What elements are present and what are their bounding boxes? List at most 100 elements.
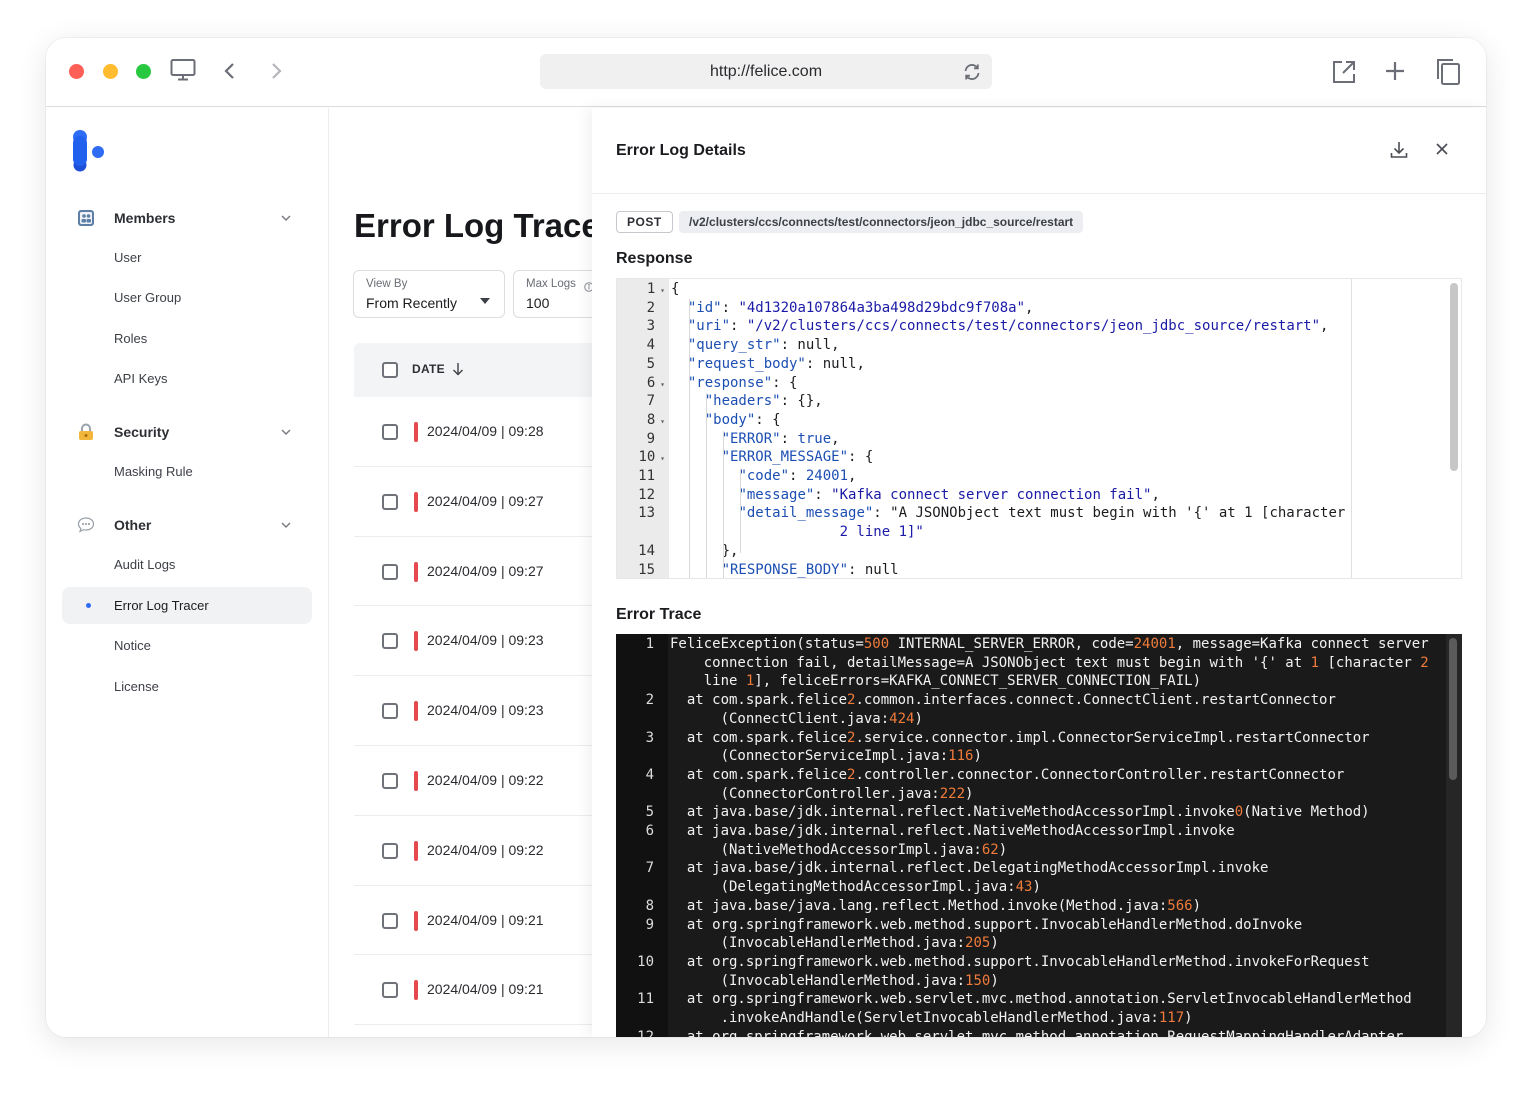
sidebar-item-roles[interactable]: Roles — [46, 318, 329, 359]
line-number: 5 — [646, 355, 655, 372]
sidebar-item-user-group[interactable]: User Group — [46, 278, 329, 319]
felice-logo[interactable] — [70, 130, 110, 177]
trace-line: at org.springframework.web.method.suppor… — [670, 916, 1303, 933]
panel-header: Error Log Details — [592, 108, 1486, 194]
log-datetime: 2024/04/09 | 09:27 — [427, 492, 544, 509]
error-trace-viewer[interactable]: 1 FeliceException(status=500 INTERNAL_SER… — [616, 634, 1462, 1037]
row-checkbox[interactable] — [382, 563, 398, 580]
sidebar-item-user[interactable]: User — [46, 237, 329, 278]
line-number: 9 — [646, 430, 655, 447]
code-line: 2 line 1]" — [671, 524, 924, 541]
open-external-icon[interactable] — [1331, 59, 1357, 85]
forward-arrow-icon[interactable] — [270, 62, 282, 80]
code-line: "query_str": null, — [687, 337, 840, 354]
sidebar-item-license[interactable]: License — [46, 666, 329, 707]
code-line: "ERROR": true, — [721, 430, 840, 447]
error-level-indicator — [414, 422, 418, 442]
line-number: 3 — [645, 729, 654, 746]
sidebar-item-masking-rule[interactable]: Masking Rule — [46, 451, 329, 492]
other-group-label: Other — [114, 517, 152, 533]
minimize-window-button[interactable] — [103, 64, 118, 79]
trace-line: at com.spark.felice2.common.interfaces.c… — [670, 692, 1336, 709]
view-by-select[interactable]: View By From Recently — [353, 270, 505, 318]
table-row[interactable]: 2024/04/09 | 09:22 — [354, 816, 614, 886]
row-checkbox[interactable] — [382, 773, 398, 789]
trace-line: connection fail, detailMessage=A JSONObj… — [670, 654, 1429, 671]
sidebar-item-notice[interactable]: Notice — [46, 626, 329, 667]
table-row[interactable]: 2024/04/09 | 09:23 — [354, 606, 614, 677]
table-header: DATE — [354, 343, 614, 397]
table-row[interactable]: 2024/04/09 | 09:27 — [354, 467, 614, 537]
error-trace-scrollbar[interactable] — [1449, 638, 1457, 780]
response-code-viewer[interactable]: 1 ▾ {2 "id": "4d1320a107864a3ba498d29bdc9… — [616, 278, 1462, 579]
line-number: 9 — [645, 916, 654, 933]
other-group-header[interactable]: Other — [46, 506, 329, 544]
max-logs-label: Max Logs — [526, 278, 576, 290]
trace-line: (NativeMethodAccessorImpl.java:62) — [670, 841, 1008, 858]
table-row[interactable]: 2024/04/09 | 09:23 — [354, 676, 614, 746]
close-icon[interactable] — [1435, 142, 1449, 161]
table-row[interactable]: 2024/04/09 | 09:28 — [354, 397, 614, 467]
row-checkbox[interactable] — [382, 912, 398, 929]
sort-arrow-down-icon[interactable] — [452, 362, 464, 381]
back-arrow-icon[interactable] — [224, 62, 236, 80]
fold-toggle-icon[interactable]: ▾ — [655, 454, 665, 463]
refresh-icon[interactable] — [962, 62, 982, 87]
chevron-down-icon[interactable] — [280, 425, 292, 443]
indent-guide — [689, 299, 690, 578]
address-bar[interactable]: http://felice.com — [540, 54, 992, 89]
date-column-header[interactable]: DATE — [412, 362, 445, 376]
line-number: 5 — [645, 804, 654, 821]
line-number: 10 ▾ — [638, 449, 666, 466]
sidebar-item-audit-logs[interactable]: Audit Logs — [46, 544, 329, 585]
request-path-badge: /v2/clusters/ccs/connects/test/connector… — [679, 211, 1084, 233]
line-number: 6 — [645, 823, 654, 839]
row-checkbox[interactable] — [382, 703, 398, 720]
code-line: "headers": {}, — [704, 393, 823, 410]
table-row[interactable]: 2024/04/09 | 09:22 — [354, 746, 614, 816]
table-row[interactable]: 2024/04/09 | 09:21 — [354, 955, 614, 1026]
trace-line: at org.springframework.web.servlet.mvc.m… — [670, 1028, 1404, 1037]
line-number: 8 ▾ — [646, 411, 665, 428]
log-datetime: 2024/04/09 | 09:27 — [427, 562, 544, 579]
security-group-header[interactable]: Security — [46, 413, 329, 451]
table-row[interactable]: 2024/04/09 | 09:27 — [354, 537, 614, 607]
monitor-icon[interactable] — [170, 58, 196, 82]
sidebar: Members User User Group Roles API Keys S… — [46, 108, 329, 1037]
error-log-details-panel: Error Log Details POST /v2/clusters/ccs/… — [592, 108, 1486, 1037]
maximize-window-button[interactable] — [136, 64, 151, 79]
row-checkbox[interactable] — [382, 982, 398, 999]
error-level-indicator — [414, 561, 418, 582]
new-tab-plus-icon[interactable] — [1384, 60, 1406, 82]
line-number: 12 — [637, 1028, 654, 1037]
row-checkbox[interactable] — [382, 633, 398, 650]
http-method-badge: POST — [616, 211, 673, 233]
fold-toggle-icon[interactable]: ▾ — [655, 286, 665, 295]
close-window-button[interactable] — [69, 64, 84, 79]
select-all-checkbox[interactable] — [382, 362, 398, 378]
row-checkbox[interactable] — [382, 842, 398, 859]
log-datetime: 2024/04/09 | 09:22 — [427, 841, 544, 858]
row-checkbox[interactable] — [382, 424, 398, 440]
panel-title: Error Log Details — [616, 142, 746, 159]
fold-toggle-icon[interactable]: ▾ — [655, 380, 665, 389]
code-line: "code": 24001, — [738, 468, 857, 484]
fold-toggle-icon[interactable]: ▾ — [655, 417, 665, 426]
error-level-indicator — [414, 840, 418, 861]
duplicate-tabs-icon[interactable] — [1435, 58, 1461, 86]
download-icon[interactable] — [1389, 140, 1409, 165]
row-checkbox[interactable] — [382, 493, 398, 510]
sidebar-item-api-keys[interactable]: API Keys — [46, 359, 329, 400]
table-row[interactable]: 2024/04/09 | 09:21 — [354, 886, 614, 956]
nav-group-other: Other Audit Logs Error Log Tracer Notice… — [46, 506, 329, 707]
view-by-value: From Recently — [366, 295, 458, 311]
sidebar-item-error-log-tracer[interactable]: Error Log Tracer — [62, 586, 312, 624]
members-group-header[interactable]: Members — [46, 199, 329, 237]
error-trace-section-title: Error Trace — [616, 606, 702, 623]
response-scrollbar[interactable] — [1450, 283, 1458, 471]
chevron-down-icon[interactable] — [280, 211, 292, 229]
sidebar-item-label: Error Log Tracer — [114, 597, 209, 613]
line-number: 14 — [638, 542, 655, 559]
active-indicator-dot — [86, 602, 91, 608]
chevron-down-icon[interactable] — [280, 518, 292, 536]
